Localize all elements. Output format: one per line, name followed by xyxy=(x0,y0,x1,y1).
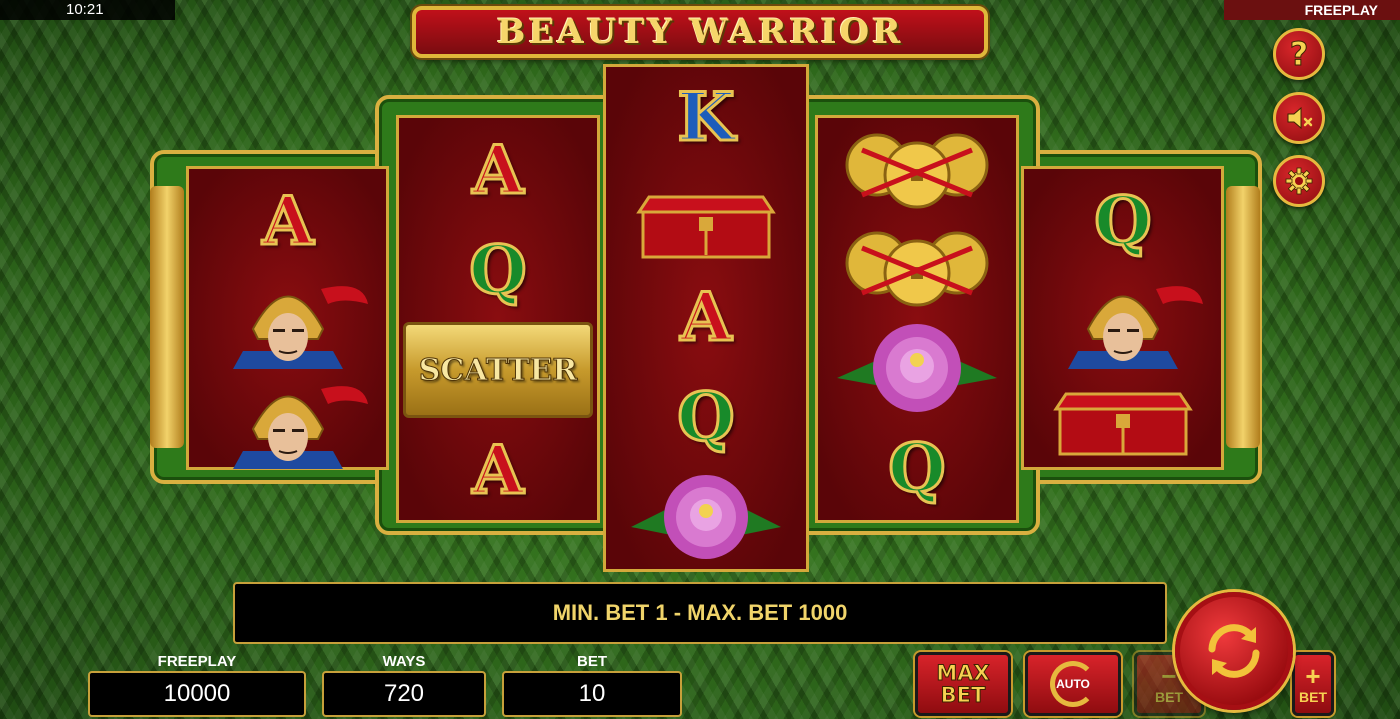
help-icon: ? xyxy=(1289,35,1309,74)
reel-3: K A Q xyxy=(603,64,809,572)
reel-symbol: A xyxy=(403,420,593,520)
reel-frame-left-pillar xyxy=(150,186,184,448)
symbol-q: Q xyxy=(468,231,528,309)
reel-symbol: K xyxy=(611,67,801,167)
max-bet-label-line1: MAX xyxy=(936,661,990,685)
symbol-a: A xyxy=(471,431,525,509)
ways-label: WAYS xyxy=(382,653,426,670)
settings-button[interactable] xyxy=(1273,155,1325,207)
bet-value: 10 xyxy=(502,671,682,717)
clock-text: 10:21 xyxy=(66,1,104,18)
warrior-symbol-icon xyxy=(193,269,383,369)
mode-indicator: FREEPLAY xyxy=(1224,0,1400,20)
symbol-a: A xyxy=(679,278,733,356)
autoplay-icon: AUTO xyxy=(1050,661,1096,707)
autoplay-label: AUTO xyxy=(1056,677,1090,691)
game-title-banner: BEAUTY WARRIOR xyxy=(412,6,988,58)
gear-icon xyxy=(1285,167,1313,195)
clock: 10:21 xyxy=(0,0,175,20)
bet-decrease-label: BET xyxy=(1155,689,1183,705)
bet-range-message: MIN. BET 1 - MAX. BET 1000 xyxy=(552,600,848,625)
sound-toggle-button[interactable] xyxy=(1273,92,1325,144)
freeplay-label: FREEPLAY xyxy=(157,653,237,670)
symbol-k: K xyxy=(676,78,736,156)
game-title: BEAUTY WARRIOR xyxy=(496,12,904,52)
bet-increase-button[interactable]: + BET xyxy=(1292,652,1334,716)
reel-2: A Q SCATTER A xyxy=(396,115,600,523)
warrior-symbol-icon xyxy=(1028,269,1218,369)
bet-increase-label: BET xyxy=(1299,689,1327,705)
warrior-symbol-icon xyxy=(193,369,383,469)
freeplay-balance: 10000 xyxy=(88,671,306,717)
reel-symbol: A xyxy=(403,120,593,220)
plus-icon: + xyxy=(1305,661,1321,691)
symbol-q: Q xyxy=(676,378,736,456)
bet-label: BET xyxy=(577,653,607,670)
chest-symbol-icon xyxy=(611,167,801,267)
reel-symbol: SCATTER xyxy=(403,320,593,420)
peony-symbol-icon xyxy=(611,467,801,567)
reel-4: Q xyxy=(815,115,1019,523)
spin-arrows-icon xyxy=(1208,624,1260,678)
reel-5: Q xyxy=(1021,166,1224,470)
spin-button[interactable] xyxy=(1175,592,1293,710)
reel-symbol: Q xyxy=(1028,171,1218,271)
chest-symbol-icon xyxy=(1028,369,1218,469)
help-button[interactable]: ? xyxy=(1273,28,1325,80)
symbol-a: A xyxy=(261,182,315,260)
speaker-muted-icon xyxy=(1287,106,1313,130)
reel-1: A xyxy=(186,166,389,470)
minus-icon: − xyxy=(1161,661,1177,691)
symbol-q: Q xyxy=(887,429,947,507)
reel-symbol: Q xyxy=(822,418,1012,518)
max-bet-button[interactable]: MAX BET xyxy=(915,652,1011,716)
coins-symbol-icon xyxy=(822,120,1012,220)
symbol-a: A xyxy=(471,131,525,209)
reel-symbol: A xyxy=(193,171,383,271)
reel-symbol: Q xyxy=(611,367,801,467)
ways-value: 720 xyxy=(322,671,486,717)
mode-text: FREEPLAY xyxy=(1304,2,1378,18)
reel-frame-right-pillar xyxy=(1226,186,1260,448)
reel-symbol: Q xyxy=(403,220,593,320)
symbol-q: Q xyxy=(1093,182,1153,260)
scatter-label: SCATTER xyxy=(418,352,578,388)
reel-symbol: A xyxy=(611,267,801,367)
autoplay-button[interactable]: AUTO xyxy=(1025,652,1121,716)
scatter-symbol: SCATTER xyxy=(403,322,593,418)
peony-symbol-icon xyxy=(822,318,1012,418)
max-bet-label-line2: BET xyxy=(940,683,986,707)
coins-symbol-icon xyxy=(822,218,1012,318)
message-bar: MIN. BET 1 - MAX. BET 1000 xyxy=(233,582,1167,644)
